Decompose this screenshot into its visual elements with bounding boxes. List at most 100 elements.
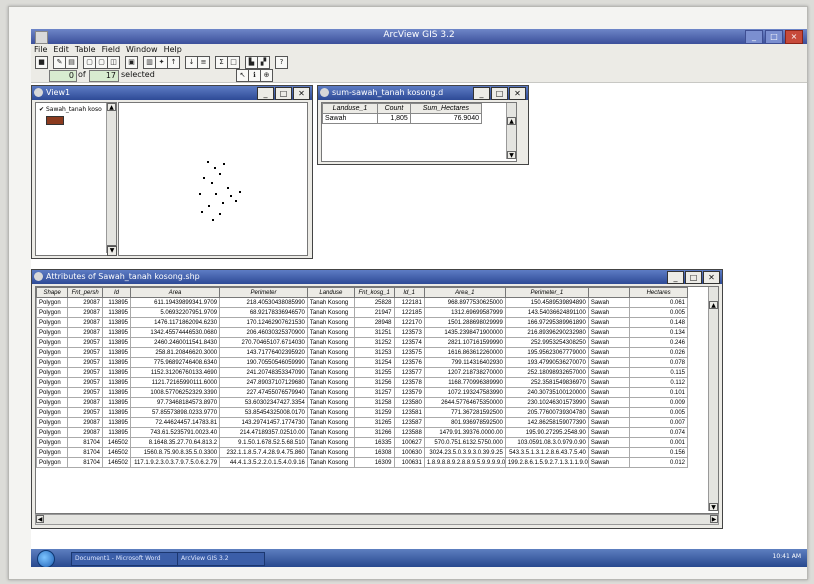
attribute-cell: Tanah Kosong: [306, 377, 355, 388]
attribute-cell: 72.44624457.14783.81: [129, 417, 221, 428]
legend-layer-entry[interactable]: ✔ Sawah_tanah koso: [39, 106, 102, 113]
summary-row[interactable]: Sawah 1,805 76.9040: [322, 113, 483, 124]
layout-icon[interactable]: ▞: [257, 56, 270, 69]
attribute-col-header[interactable]: Shape: [36, 287, 69, 298]
attribute-col-header[interactable]: Area: [129, 287, 221, 298]
map-feature: [214, 167, 216, 169]
attribute-cell: 743.61.5235791.0023.40: [129, 427, 221, 438]
table-row[interactable]: Polygon 29087 113895 97.73468184573.8970 53.…: [36, 397, 688, 408]
scroll-down-arrow[interactable]: ▼: [709, 503, 718, 511]
scroll-up-arrow[interactable]: ▲: [507, 117, 516, 125]
minimize-button[interactable]: _: [745, 30, 763, 44]
attribute-cell: Polygon: [36, 367, 69, 378]
taskbar-item-word[interactable]: Document1 - Microsoft Word: [71, 552, 179, 566]
table-row[interactable]: Polygon 29057 113895 1152.31206760133.4690 2…: [36, 367, 688, 378]
view-close-button[interactable]: ✕: [293, 87, 310, 100]
summary-window-titlebar[interactable]: sum-sawah_tanah kosong.d _ □ ✕: [318, 86, 528, 100]
attribute-col-header[interactable]: Fnt_persh: [67, 287, 103, 298]
attribute-col-header[interactable]: Area_1: [423, 287, 506, 298]
attribute-cell: Tanah Kosong: [306, 447, 355, 458]
table-row[interactable]: Polygon 29057 113895 1008.57706252329.3390 2…: [36, 387, 688, 398]
zoom-tool-icon[interactable]: ⊕: [260, 69, 273, 82]
attribute-maximize-button[interactable]: □: [685, 271, 702, 284]
attribute-scrollbar[interactable]: ▲ ▼: [708, 287, 718, 511]
menu-table[interactable]: Table: [72, 44, 99, 55]
attribute-close-button[interactable]: ✕: [703, 271, 720, 284]
promote-icon[interactable]: ▣: [125, 56, 138, 69]
attribute-window-titlebar[interactable]: Attributes of Sawah_tanah kosong.shp _ □…: [32, 270, 722, 284]
table-row[interactable]: Polygon 29057 113895 258.81.20846620.3000 14…: [36, 347, 688, 358]
summary-col-header[interactable]: Landuse_1: [322, 103, 378, 114]
table-row[interactable]: Polygon 29087 113895 1342.45574446530.0680 2…: [36, 327, 688, 338]
menu-window[interactable]: Window: [123, 44, 161, 55]
attribute-horizontal-scrollbar[interactable]: ◀ ▶: [35, 514, 719, 525]
table-row[interactable]: Polygon 29087 113895 1476.1171862094.6230 17…: [36, 317, 688, 328]
summary-maximize-button[interactable]: □: [491, 87, 508, 100]
attribute-cell: 1072.193247583990: [423, 387, 506, 398]
attribute-cell: 113895: [101, 307, 132, 318]
scroll-right-arrow[interactable]: ▶: [710, 515, 718, 523]
attribute-minimize-button[interactable]: _: [667, 271, 684, 284]
attribute-header-row: Shape Fnt_persh Id Area Perimeter Landuse Fnt_…: [36, 287, 688, 298]
summary-scrollbar[interactable]: ▲ ▼: [506, 103, 516, 159]
table-row[interactable]: Polygon 29057 113895 1121.72165990111.6000 2…: [36, 377, 688, 388]
attribute-cell: Tanah Kosong: [306, 327, 355, 338]
table-row[interactable]: Polygon 29087 113895 72.44624457.14783.81 14…: [36, 417, 688, 428]
attribute-cell: Sawah: [587, 307, 631, 318]
table-row[interactable]: Polygon 29087 113895 743.61.5235791.0023.40…: [36, 427, 688, 438]
attribute-cell: 270.70465107.6714030: [219, 337, 308, 348]
table-row[interactable]: Polygon 29057 113895 775.96892746408.6340 19…: [36, 357, 688, 368]
scroll-left-arrow[interactable]: ◀: [36, 515, 44, 523]
taskbar-item-arcview[interactable]: ArcView GIS 3.2: [177, 552, 265, 566]
view-maximize-button[interactable]: □: [275, 87, 292, 100]
table-row[interactable]: Polygon 81704 146502 8.1648.35.27.70.64.813…: [36, 437, 688, 448]
scroll-up-arrow[interactable]: ▲: [709, 301, 718, 309]
help-icon[interactable]: ?: [275, 56, 288, 69]
statistics-icon[interactable]: □: [227, 56, 240, 69]
save-project-icon[interactable]: ■: [35, 56, 48, 69]
menu-field[interactable]: Field: [99, 44, 123, 55]
attribute-cell: 252.9953254308250: [504, 337, 589, 348]
close-button[interactable]: ×: [785, 30, 803, 44]
attribute-col-header[interactable]: Id: [101, 287, 132, 298]
legend-scroll-down-arrow[interactable]: ▼: [107, 246, 117, 256]
summary-col-header[interactable]: Count: [377, 103, 411, 114]
layer-visible-checkbox[interactable]: ✔: [39, 106, 44, 113]
start-button[interactable]: [37, 550, 55, 567]
menu-help[interactable]: Help: [161, 44, 185, 55]
attribute-cell: Tanah Kosong: [306, 437, 355, 448]
summary-minimize-button[interactable]: _: [473, 87, 490, 100]
table-row[interactable]: Polygon 81704 146502 1560.8.75.90.8.35.5.0.…: [36, 447, 688, 458]
maximize-button[interactable]: □: [765, 30, 783, 44]
scroll-up-arrow[interactable]: ▲: [107, 103, 116, 111]
attribute-col-header[interactable]: Hectares: [629, 287, 688, 298]
legend-scrollbar[interactable]: ▲ ▼: [106, 103, 116, 253]
table-row[interactable]: Polygon 81704 146502 117.1.9.2.3.0.3.7.9.7.…: [36, 457, 688, 468]
view-minimize-button[interactable]: _: [257, 87, 274, 100]
table-row[interactable]: Polygon 29057 113895 57.85573898.0233.9770 5…: [36, 407, 688, 418]
table-row[interactable]: Polygon 29087 113895 5.06932207951.9709 68.9…: [36, 307, 688, 318]
map-feature: [227, 187, 229, 189]
menu-file[interactable]: File: [31, 44, 50, 55]
sort-ascending-icon[interactable]: ↑: [167, 56, 180, 69]
attribute-col-header[interactable]: Perimeter: [219, 287, 308, 298]
summary-close-button[interactable]: ✕: [509, 87, 526, 100]
attribute-col-header[interactable]: Id_1: [393, 287, 425, 298]
table-row[interactable]: Polygon 29057 113895 2460.2460011541.8430 27…: [36, 337, 688, 348]
summary-col-header[interactable]: Sum_Hectares: [409, 103, 483, 114]
table-row[interactable]: Polygon 29087 113895 611.19439899341.9709 21…: [36, 297, 688, 308]
attribute-cell: Sawah: [587, 317, 631, 328]
switch-selection-icon[interactable]: ◫: [107, 56, 120, 69]
attribute-col-header[interactable]: Fnt_kosg_1: [353, 287, 395, 298]
calculate-icon[interactable]: ≡: [197, 56, 210, 69]
print-icon[interactable]: ▤: [65, 56, 78, 69]
attribute-col-header[interactable]: Landuse: [306, 287, 355, 298]
scroll-down-arrow[interactable]: ▼: [507, 151, 516, 159]
attribute-cell: Polygon: [36, 457, 69, 468]
map-canvas[interactable]: [118, 102, 308, 256]
menu-edit[interactable]: Edit: [50, 44, 72, 55]
view-window-titlebar[interactable]: View1 _ □ ✕: [32, 86, 312, 100]
attribute-cell: 611.19439899341.9709: [129, 297, 221, 308]
attribute-col-header[interactable]: [587, 287, 631, 298]
attribute-col-header[interactable]: Perimeter_1: [504, 287, 589, 298]
